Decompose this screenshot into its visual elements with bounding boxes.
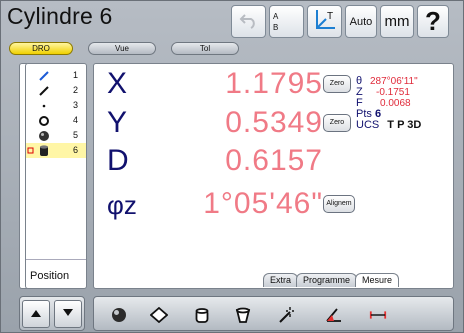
cylinder-icon — [37, 143, 51, 158]
readout-row-phi: φz 1°05'46" Alignem — [94, 187, 453, 223]
feature-row[interactable]: 5 — [26, 128, 86, 143]
ab-label-a: A — [273, 11, 279, 21]
arrow-up-icon — [30, 305, 42, 323]
undo-icon — [239, 11, 259, 32]
unit-button[interactable]: mm — [380, 5, 414, 38]
cone-measure-icon[interactable] — [234, 306, 252, 324]
measure-toolbar — [93, 296, 454, 331]
feature-number: 4 — [73, 115, 79, 125]
feature-row[interactable]: 1 — [26, 68, 86, 83]
ab-label-b: B — [273, 22, 279, 32]
svg-text:T: T — [327, 11, 333, 22]
readout-panel: X 1.1795 Zero Y 0.5349 Zero D 0.6157 φz … — [93, 63, 454, 289]
feature-list-panel: 1 2 3 4 5 6 Position — [25, 63, 87, 289]
axis-label: D — [107, 144, 129, 177]
tab-tol[interactable]: Tol — [171, 42, 239, 55]
feature-row-selected[interactable]: 6 — [26, 143, 86, 158]
line-icon — [37, 68, 51, 83]
undo-button[interactable] — [231, 5, 266, 38]
ab-reference-button[interactable]: A B — [269, 5, 304, 38]
point-icon — [37, 98, 51, 113]
position-button[interactable]: Position — [30, 270, 69, 282]
app-window: Cylindre 6 A B T Auto mm ? DRO Vue Tol 1… — [0, 0, 464, 333]
feature-list: 1 2 3 4 5 6 — [26, 64, 86, 158]
divider — [26, 259, 86, 260]
z-value: -0.1751 — [376, 87, 410, 98]
sphere-icon — [37, 128, 51, 143]
feature-number: 1 — [73, 70, 79, 80]
selection-marker-icon — [27, 143, 35, 158]
axis-label: X — [107, 67, 128, 100]
axis-value: 1.1795 — [225, 67, 323, 100]
top-toolbar: A B T Auto mm ? — [231, 5, 449, 38]
feature-info: θ 287°06'11" Z -0.1751 F 0.0068 Pts 6 UCS T… — [356, 76, 452, 131]
zero-y-button[interactable]: Zero — [323, 114, 351, 132]
axis-label: φz — [107, 190, 137, 220]
axes-icon: T — [312, 7, 338, 36]
axis-value: 0.5349 — [225, 106, 323, 139]
cylinder-measure-icon[interactable] — [193, 306, 211, 324]
line-icon — [37, 83, 51, 98]
feature-number: 6 — [73, 145, 79, 155]
feature-row[interactable]: 4 — [26, 113, 86, 128]
angle-measure-icon[interactable] — [325, 306, 343, 324]
sphere-measure-icon[interactable] — [110, 306, 128, 324]
feature-row[interactable]: 3 — [26, 98, 86, 113]
f-value: 0.0068 — [380, 98, 411, 109]
feature-number: 2 — [73, 85, 79, 95]
circle-icon — [37, 113, 51, 128]
plane-measure-icon[interactable] — [150, 306, 168, 324]
axis-value: 1°05'46" — [203, 187, 323, 220]
mode-tabs: Extra Programme Mesure — [263, 273, 400, 287]
tab-extra[interactable]: Extra — [263, 273, 299, 287]
window-title: Cylindre 6 — [7, 3, 113, 29]
scroll-down-button[interactable] — [54, 299, 82, 328]
feature-number: 5 — [73, 130, 79, 140]
ucs-flags: T P 3D — [387, 119, 422, 131]
readout-row-d: D 0.6157 — [94, 144, 453, 180]
align-button[interactable]: Alignem — [323, 195, 355, 213]
tab-programme[interactable]: Programme — [296, 273, 358, 287]
feature-number: 3 — [73, 100, 79, 110]
distance-measure-icon[interactable] — [369, 306, 387, 324]
auto-button[interactable]: Auto — [345, 5, 377, 38]
help-button[interactable]: ? — [417, 5, 449, 38]
tab-vue[interactable]: Vue — [88, 42, 156, 55]
view-tabs: DRO Vue Tol — [9, 42, 239, 55]
arrow-down-icon — [62, 305, 74, 323]
theta-value: 287°06'11" — [370, 76, 418, 87]
axis-label: Y — [107, 106, 128, 139]
ucs-label: UCS — [356, 119, 380, 131]
scroll-controls — [19, 296, 85, 331]
tab-mesure[interactable]: Mesure — [355, 273, 400, 287]
zero-x-button[interactable]: Zero — [323, 75, 351, 93]
axes-button[interactable]: T — [307, 5, 342, 38]
tab-dro[interactable]: DRO — [9, 42, 73, 55]
scroll-up-button[interactable] — [22, 299, 50, 328]
feature-row[interactable]: 2 — [26, 83, 86, 98]
axis-value: 0.6157 — [225, 144, 323, 177]
probe-magic-icon[interactable] — [277, 306, 295, 324]
